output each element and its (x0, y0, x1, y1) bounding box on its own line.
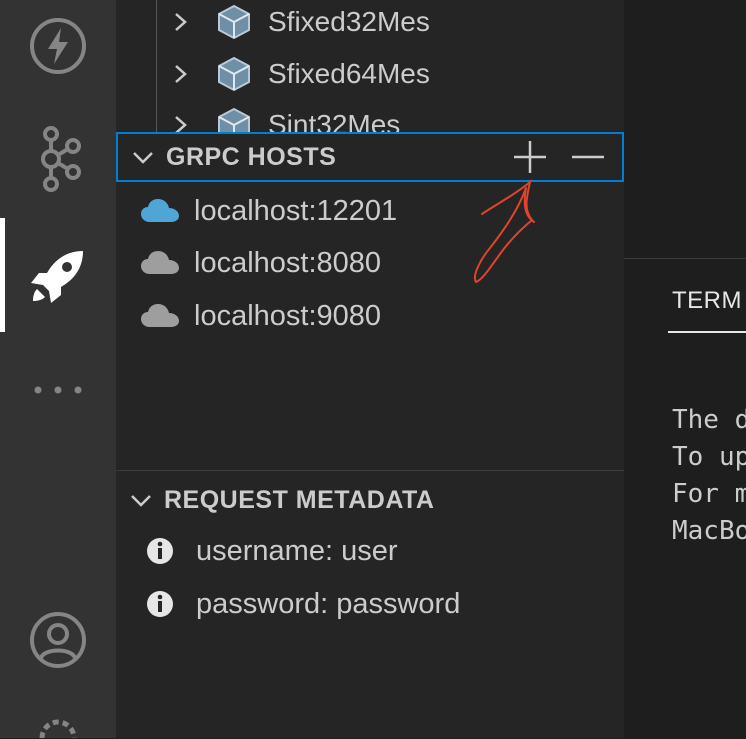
minus-icon (572, 155, 604, 159)
section-divider (116, 470, 624, 471)
kafka-icon[interactable] (0, 124, 116, 194)
chevron-right-icon (175, 65, 187, 83)
annotation-arrow-icon (474, 179, 535, 284)
chevron-right-icon (175, 13, 187, 31)
info-icon (147, 538, 173, 564)
rocket-icon[interactable] (0, 244, 116, 308)
tree-item[interactable]: Sfixed64Mes (170, 49, 430, 99)
tree-item[interactable]: Sint32Mes (170, 100, 400, 132)
metadata-label: username: user (196, 534, 398, 567)
message-cube-icon (218, 56, 250, 92)
metadata-label: password: password (196, 587, 461, 620)
message-cube-icon (218, 107, 250, 132)
host-item[interactable]: localhost:9080 (140, 291, 381, 341)
remove-host-button[interactable] (568, 137, 608, 177)
bottom-panel: TERM The d To up For m MacBo (624, 258, 746, 739)
metadata-item[interactable]: password: password (146, 579, 460, 629)
message-cube-icon (218, 4, 250, 40)
chevron-down-icon (131, 495, 151, 507)
host-label: localhost:8080 (194, 246, 382, 279)
tab-underline (668, 331, 746, 333)
terminal-line: MacBo (672, 516, 746, 546)
cloud-icon (141, 251, 179, 274)
tree-item-label: Sint32Mes (268, 109, 401, 132)
more-icon[interactable] (0, 372, 116, 408)
terminal-line: For m (672, 479, 746, 509)
metadata-item[interactable]: username: user (146, 526, 398, 576)
grpc-hosts-title: GRPC HOSTS (166, 142, 337, 171)
cloud-icon (141, 199, 179, 222)
info-icon (147, 591, 173, 617)
lightning-icon[interactable] (0, 14, 116, 78)
account-icon[interactable] (0, 608, 116, 672)
tree-item-label: Sfixed32Mes (268, 6, 430, 37)
host-label: localhost:12201 (194, 194, 398, 227)
tab-terminal[interactable]: TERM (672, 287, 742, 315)
request-metadata-header[interactable]: REQUEST METADATA (116, 475, 624, 525)
tree-item-label: Sfixed64Mes (268, 58, 430, 89)
gear-icon[interactable] (0, 718, 116, 738)
tree-clip: Sint32Mes (116, 100, 624, 132)
request-metadata-title: REQUEST METADATA (164, 485, 435, 514)
host-label: localhost:9080 (194, 299, 382, 332)
cloud-icon (141, 304, 179, 327)
host-item[interactable]: localhost:12201 (140, 186, 397, 236)
terminal-line: The d (672, 405, 746, 435)
chevron-down-icon (133, 152, 153, 164)
tree-item[interactable]: Sfixed32Mes (170, 0, 430, 47)
host-item[interactable]: localhost:8080 (140, 238, 381, 288)
activity-bar (0, 0, 116, 738)
editor-area (624, 0, 746, 258)
terminal-line: To up (672, 442, 746, 472)
chevron-right-icon (175, 116, 187, 132)
